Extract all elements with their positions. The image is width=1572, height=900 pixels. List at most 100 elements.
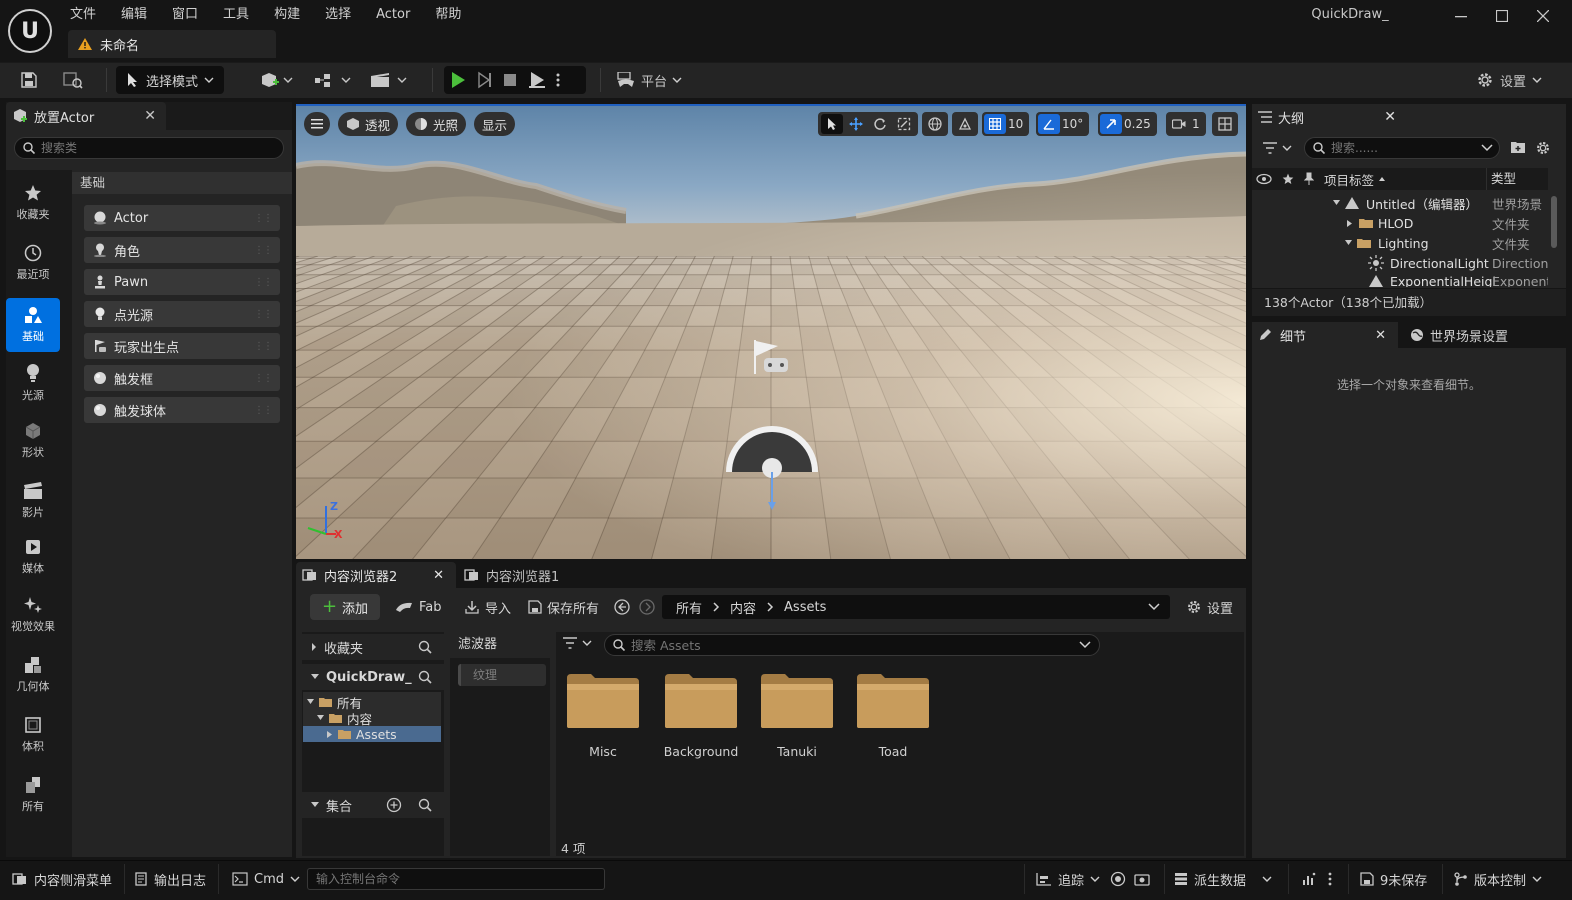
actor-item-trigger-sphere[interactable]: 触发球体 ⋮⋮ (84, 397, 280, 423)
record-button[interactable] (1110, 868, 1126, 890)
drag-grip-icon[interactable]: ⋮⋮ (254, 309, 273, 320)
outliner-scrollbar[interactable] (1551, 196, 1557, 248)
path-breadcrumb[interactable]: 所有 内容 Assets (662, 595, 1170, 619)
sky-sphere-gizmo-icon[interactable] (724, 424, 820, 514)
viewport-menu-button[interactable] (304, 112, 330, 136)
category-cinematic[interactable]: 影片 (6, 474, 60, 528)
maximize-icon[interactable] (1481, 2, 1523, 30)
select-tool-icon[interactable] (821, 114, 843, 134)
menu-build[interactable]: 构建 (266, 4, 308, 26)
category-basic[interactable]: 基础 (6, 298, 60, 352)
outliner-search[interactable] (1304, 137, 1500, 159)
cinematics-dropdown[interactable] (368, 66, 408, 94)
actor-item-point-light[interactable]: 点光源 ⋮⋮ (84, 301, 280, 327)
add-actor-dropdown[interactable] (256, 66, 296, 94)
asset-search[interactable] (604, 634, 1100, 656)
outliner-row-lighting[interactable]: Lighting 文件夹 (1252, 233, 1548, 253)
collections-section[interactable]: 集合 (302, 792, 444, 818)
actor-item-trigger-box[interactable]: 触发框 ⋮⋮ (84, 365, 280, 391)
unreal-logo-icon[interactable]: U (8, 9, 52, 53)
close-icon[interactable]: ✕ (1375, 328, 1386, 343)
content-drawer-button[interactable]: 内容侧滑菜单 (12, 868, 112, 890)
player-start-icon[interactable] (752, 338, 792, 378)
drag-grip-icon[interactable]: ⋮⋮ (254, 341, 273, 352)
category-shapes[interactable]: 形状 (6, 414, 60, 468)
console-command-input[interactable] (307, 868, 605, 890)
menu-help[interactable]: 帮助 (427, 4, 469, 26)
menu-actor[interactable]: Actor (368, 4, 418, 26)
tab-content-browser-1[interactable]: 内容浏览器1 (458, 562, 598, 588)
outliner-search-input[interactable] (1331, 141, 1481, 155)
level-tab[interactable]: 未命名 (68, 30, 276, 58)
details-tab[interactable]: 细节 ✕ (1252, 322, 1398, 348)
menu-edit[interactable]: 编辑 (113, 4, 155, 26)
category-all[interactable]: 所有 (6, 768, 60, 822)
drag-grip-icon[interactable]: ⋮⋮ (254, 405, 273, 416)
category-media[interactable]: 媒体 (6, 530, 60, 584)
more-options-icon[interactable] (1328, 868, 1332, 890)
gear-icon[interactable] (1535, 140, 1551, 156)
actor-item-pawn[interactable]: Pawn ⋮⋮ (84, 269, 280, 295)
save-icon[interactable] (16, 66, 42, 94)
actor-item-player-start[interactable]: 玩家出生点 ⋮⋮ (84, 333, 280, 359)
outliner-row-hlod[interactable]: HLOD 文件夹 (1252, 213, 1548, 233)
trace-settings-icon[interactable] (1302, 868, 1316, 890)
stop-icon[interactable] (502, 72, 518, 88)
rotation-snap-control[interactable]: 10° (1036, 112, 1090, 136)
breadcrumb-content[interactable]: 内容 (730, 598, 756, 617)
show-flags-button[interactable]: 显示 (474, 112, 516, 136)
tree-node-assets[interactable]: Assets (326, 726, 397, 742)
category-volumes[interactable]: 体积 (6, 708, 60, 762)
screenshot-button[interactable] (1134, 868, 1150, 890)
outliner-row-exponential-fog[interactable]: ExponentialHeigl Exponenti (1252, 273, 1548, 287)
content-browser-settings-button[interactable]: 设置 (1186, 594, 1233, 620)
scale-tool-icon[interactable] (893, 114, 915, 134)
tree-node-content[interactable]: 内容 (316, 710, 372, 727)
drag-grip-icon[interactable]: ⋮⋮ (254, 373, 273, 384)
place-actors-search[interactable] (14, 137, 284, 159)
actor-item-character[interactable]: 角色 ⋮⋮ (84, 237, 280, 263)
settings-dropdown[interactable]: 设置 (1474, 66, 1544, 94)
favorites-section[interactable]: 收藏夹 (302, 634, 444, 660)
minimize-icon[interactable] (1440, 2, 1482, 30)
viewport-layout-button[interactable] (1212, 112, 1238, 136)
asset-search-input[interactable] (631, 637, 1071, 653)
content-browse-icon[interactable] (58, 66, 88, 94)
output-log-button[interactable]: 输出日志 (134, 868, 206, 890)
derived-data-dropdown[interactable]: 派生数据 (1174, 868, 1272, 890)
unsaved-button[interactable]: 9未保存 (1360, 868, 1427, 890)
folder-background[interactable]: Background (656, 672, 746, 772)
outliner-row-world[interactable]: Untitled（编辑器） 世界场景 (1252, 193, 1548, 213)
camera-speed-control[interactable]: 1 (1166, 112, 1206, 136)
column-type[interactable]: 类型 (1486, 168, 1516, 190)
more-options-icon[interactable] (556, 72, 560, 88)
category-visual-effects[interactable]: 视觉效果 (6, 588, 60, 642)
category-recent[interactable]: 最近项 (6, 236, 60, 290)
trace-dropdown[interactable]: 追踪 (1036, 868, 1100, 890)
category-geometry[interactable]: 几何体 (6, 648, 60, 702)
perspective-button[interactable]: 透视 (338, 112, 399, 136)
drag-grip-icon[interactable]: ⋮⋮ (254, 277, 273, 288)
filter-dropdown[interactable] (562, 636, 592, 650)
rotate-tool-icon[interactable] (869, 114, 891, 134)
drag-grip-icon[interactable]: ⋮⋮ (254, 213, 273, 224)
fab-button[interactable]: Fab (394, 594, 442, 620)
history-back-icon[interactable] (614, 599, 630, 615)
breadcrumb-all[interactable]: 所有 (676, 598, 702, 617)
play-icon[interactable] (450, 71, 466, 89)
menu-file[interactable]: 文件 (62, 4, 104, 26)
world-settings-tab[interactable]: 世界场景设置 (1404, 322, 1560, 348)
lighting-mode-button[interactable]: 光照 (406, 112, 467, 136)
import-button[interactable]: 导入 (464, 594, 511, 620)
menu-tools[interactable]: 工具 (215, 4, 257, 26)
folder-tanuki[interactable]: Tanuki (752, 672, 842, 772)
source-control-dropdown[interactable]: 版本控制 (1454, 868, 1542, 890)
close-icon[interactable]: ✕ (144, 108, 156, 124)
folder-toad[interactable]: Toad (848, 672, 938, 772)
close-icon[interactable]: ✕ (1384, 109, 1396, 125)
category-favorites[interactable]: 收藏夹 (6, 176, 60, 230)
save-all-button[interactable]: 保存所有 (528, 594, 599, 620)
history-forward-icon[interactable] (639, 599, 655, 615)
step-forward-icon[interactable] (476, 71, 492, 89)
add-button[interactable]: + 添加 (310, 594, 380, 620)
